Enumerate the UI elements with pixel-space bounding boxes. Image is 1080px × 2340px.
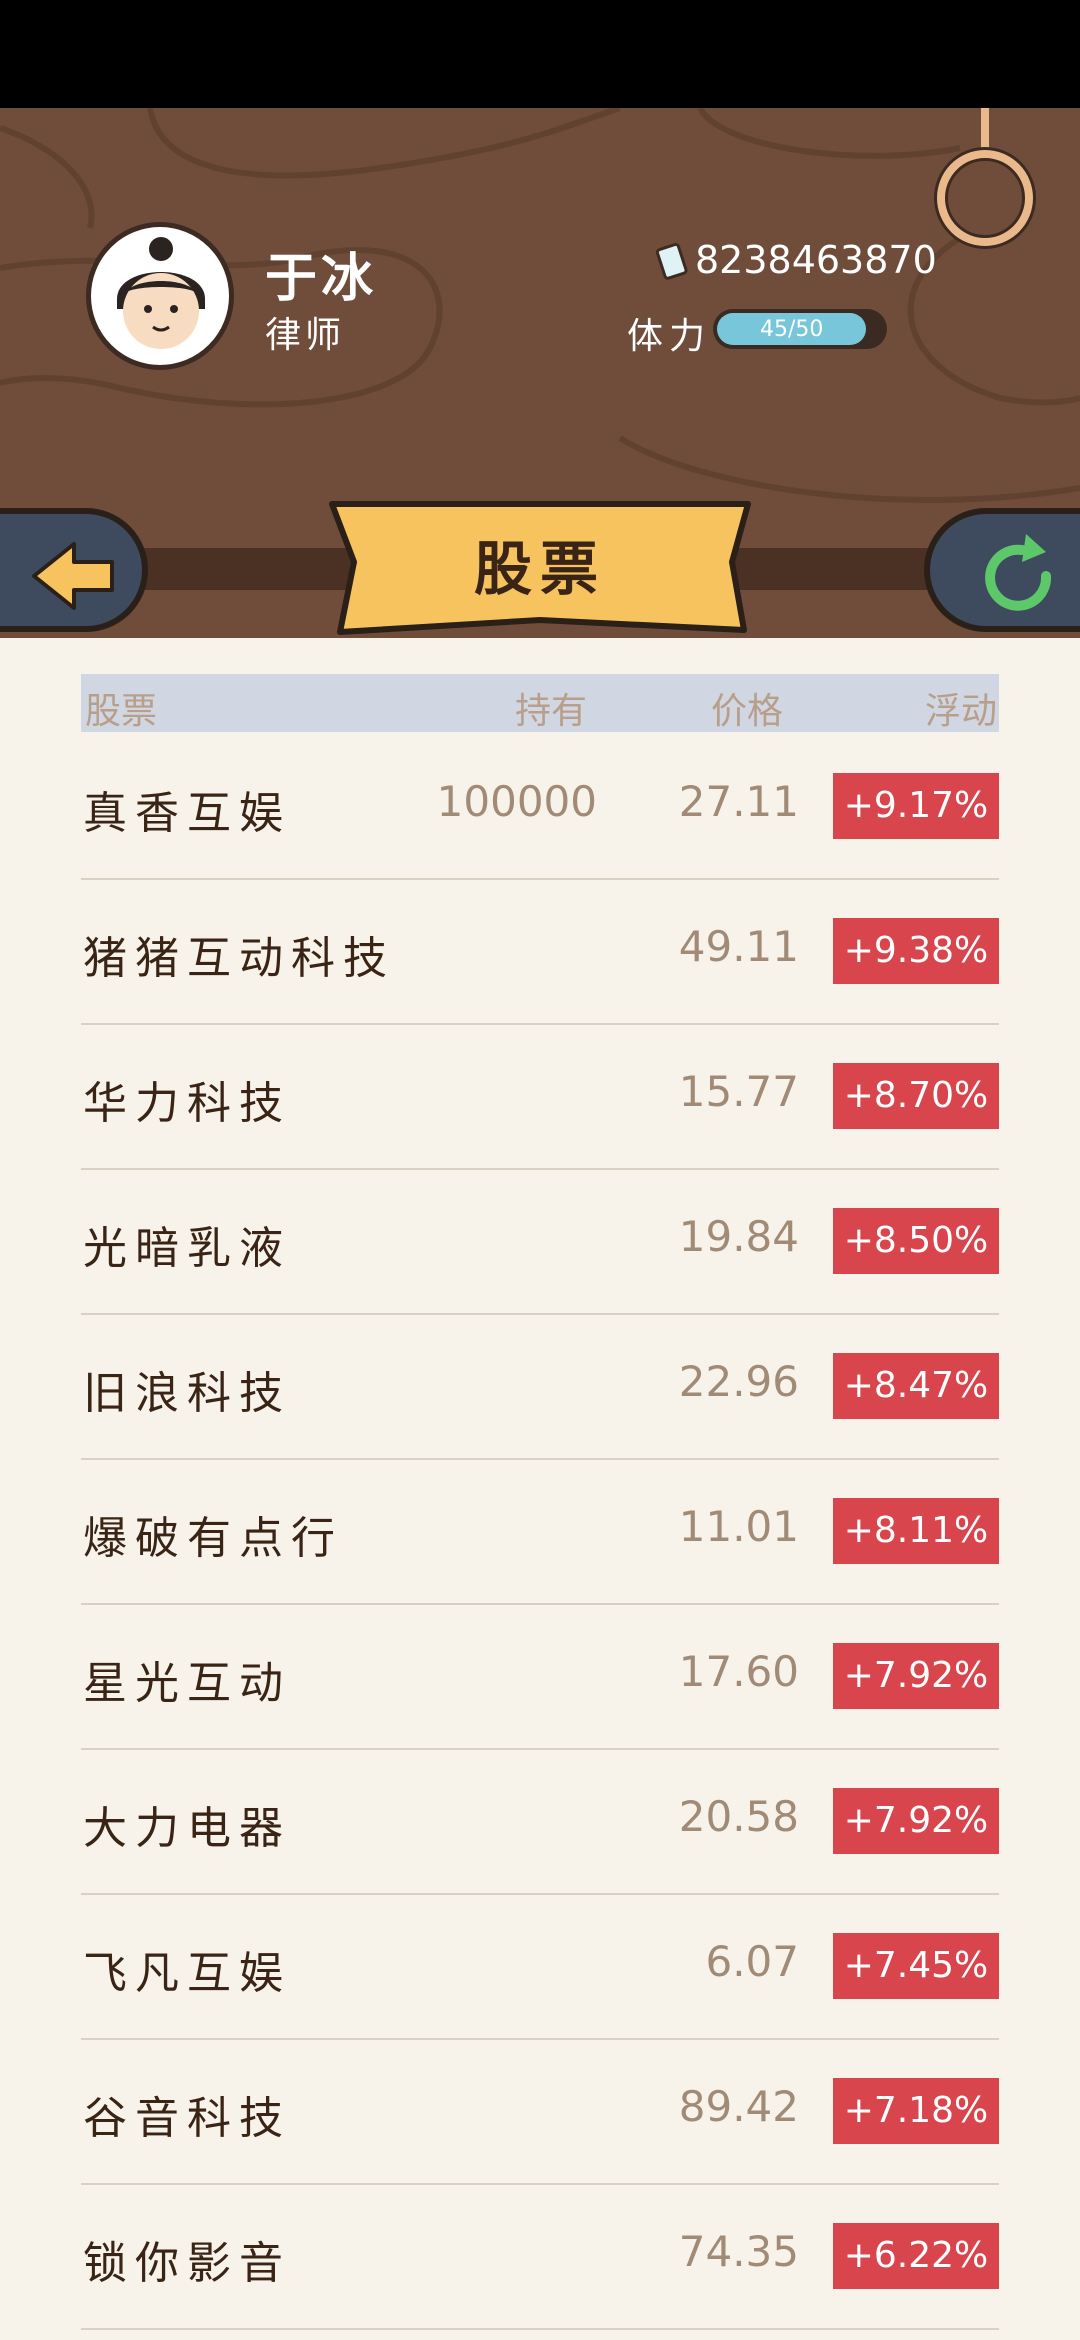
stock-price: 6.07 — [705, 1937, 799, 1986]
stock-row[interactable]: 华力科技 15.77 +8.70% — [81, 1025, 999, 1170]
player-avatar[interactable] — [86, 222, 234, 370]
stock-change-badge: +7.18% — [833, 2078, 999, 2144]
stamina-bar: 45/50 — [713, 309, 887, 349]
stock-name: 光暗乳液 — [83, 1223, 291, 1274]
stock-change-badge: +6.22% — [833, 2223, 999, 2289]
stock-change-badge: +8.47% — [833, 1353, 999, 1419]
stock-change-badge: +8.70% — [833, 1063, 999, 1129]
stock-change-badge: +8.50% — [833, 1208, 999, 1274]
stock-change-badge: +8.11% — [833, 1498, 999, 1564]
stock-name: 真香互娱 — [83, 788, 291, 839]
player-title: 律师 — [265, 315, 346, 356]
avatar-face-icon — [117, 237, 205, 349]
stock-name: 星光互动 — [83, 1658, 291, 1709]
stock-row[interactable]: 真香互娱 100000 27.11 +9.17% — [81, 735, 999, 880]
stock-price: 19.84 — [678, 1212, 799, 1261]
stock-row[interactable]: 谷音科技 89.42 +7.18% — [81, 2040, 999, 2185]
header-holding: 持有 — [515, 691, 588, 732]
stock-name: 飞凡互娱 — [83, 1948, 291, 1999]
stock-price: 49.11 — [678, 922, 799, 971]
stock-name: 锁你影音 — [83, 2238, 291, 2289]
stock-price: 20.58 — [678, 1792, 799, 1841]
stock-row[interactable]: 爆破有点行 11.01 +8.11% — [81, 1460, 999, 1605]
stock-row[interactable]: 星光互动 17.60 +7.92% — [81, 1605, 999, 1750]
stock-price: 74.35 — [678, 2227, 799, 2276]
stock-row[interactable]: 猪猪互动科技 49.11 +9.38% — [81, 880, 999, 1025]
stock-change-badge: +7.45% — [833, 1933, 999, 1999]
stock-price: 17.60 — [678, 1647, 799, 1696]
stock-change-badge: +7.92% — [833, 1643, 999, 1709]
header-price: 价格 — [711, 691, 784, 732]
header-change: 浮动 — [924, 691, 997, 732]
money-amount: 8238463870 — [695, 238, 937, 282]
stock-row[interactable]: 大力电器 20.58 +7.92% — [81, 1750, 999, 1895]
stock-price: 15.77 — [678, 1067, 799, 1116]
player-name: 于冰 — [265, 249, 378, 309]
refresh-button[interactable] — [924, 508, 1080, 632]
refresh-icon — [985, 534, 1052, 611]
stock-row[interactable]: 飞凡互娱 6.07 +7.45% — [81, 1895, 999, 2040]
back-button[interactable] — [0, 508, 148, 632]
stock-price: 27.11 — [678, 777, 799, 826]
stock-row[interactable]: 光暗乳液 19.84 +8.50% — [81, 1170, 999, 1315]
stock-price: 22.96 — [678, 1357, 799, 1406]
stock-name: 猪猪互动科技 — [83, 933, 395, 984]
stock-name: 爆破有点行 — [83, 1513, 343, 1564]
stock-row[interactable]: 旧浪科技 22.96 +8.47% — [81, 1315, 999, 1460]
stock-change-badge: +7.92% — [833, 1788, 999, 1854]
stock-change-badge: +9.38% — [833, 918, 999, 984]
stock-price: 11.01 — [678, 1502, 799, 1551]
stock-name: 大力电器 — [83, 1803, 291, 1854]
stamina-fill: 45/50 — [717, 313, 867, 345]
stock-name: 华力科技 — [83, 1078, 291, 1129]
stock-name: 谷音科技 — [83, 2093, 291, 2144]
table-header: 股票 持有 价格 浮动 — [81, 674, 999, 732]
page-title: 股票 — [473, 535, 606, 603]
stock-change-badge: +9.17% — [833, 773, 999, 839]
stock-name: 旧浪科技 — [83, 1368, 291, 1419]
header-stock: 股票 — [85, 691, 158, 732]
money-icon — [655, 242, 688, 280]
status-bar — [0, 0, 1080, 108]
stock-price: 89.42 — [678, 2082, 799, 2131]
stock-row[interactable]: 锁你影音 74.35 +6.22% — [81, 2185, 999, 2330]
stamina-label: 体力 — [627, 316, 712, 357]
back-arrow-icon — [32, 542, 114, 610]
stock-holding: 100000 — [436, 777, 597, 826]
